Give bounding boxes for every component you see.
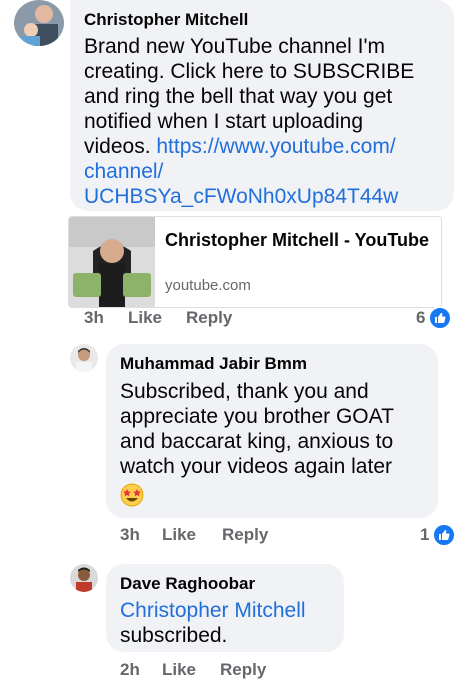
comment-link-line[interactable]: channel/ [84,159,446,184]
thumbs-up-icon [428,306,453,330]
comment-actions-3: 2h Like Reply [120,660,460,684]
link-preview-domain: youtube.com [165,277,251,294]
mention-link[interactable]: Christopher Mitchell [120,598,340,623]
comment-time[interactable]: 2h [120,660,140,680]
comment-text-line: appreciate you brother GOAT [120,405,394,428]
comment-link[interactable]: https://www.youtube.com/ [156,135,395,158]
link-preview-title: Christopher Mitchell - YouTube [165,230,430,250]
comment-actions-2: 3h Like Reply [120,525,460,549]
comment-author[interactable]: Dave Raghoobar [120,574,340,594]
comment-bubble-3: Dave Raghoobar Christopher Mitchell subs… [106,564,344,652]
comment-bubble-2: Muhammad Jabir Bmm Subscribed, thank you… [106,344,438,518]
avatar-christopher-image [14,0,64,46]
avatar-muhammad-image [70,344,98,372]
avatar-dave[interactable] [70,564,98,592]
reaction-count: 6 [416,308,426,327]
comment-text-line: notified when I start uploading [84,110,364,133]
comment-text-line: creating. Click here to SUBSCRIBE [84,60,415,83]
star-struck-emoji-icon [120,483,144,507]
comment-text-line: Brand new YouTube channel I'm [84,35,385,58]
link-preview-thumbnail [69,217,155,307]
avatar-christopher[interactable] [14,0,64,46]
like-button[interactable]: Like [162,660,196,680]
avatar-dave-image [70,564,98,592]
reply-button[interactable]: Reply [220,660,266,680]
comment-text-line: videos. [84,135,157,158]
comment-text-line: subscribed. [120,624,228,647]
comment-bubble-1: Christopher Mitchell Brand new YouTube c… [70,0,454,211]
reaction-summary-2[interactable]: 1 [420,523,457,547]
comment-link-line[interactable]: UCHBSYa_cFWoNh0xUp84T44w [84,184,446,209]
thumbs-up-icon [432,523,457,547]
reply-button[interactable]: Reply [222,525,268,545]
comment-time[interactable]: 3h [120,525,140,545]
comment-time[interactable]: 3h [84,308,104,328]
reaction-count: 1 [420,525,430,544]
comment-text-line: and ring the bell that way you get [84,85,393,108]
comment-author[interactable]: Muhammad Jabir Bmm [120,354,430,374]
like-button[interactable]: Like [162,525,196,545]
reply-button[interactable]: Reply [186,308,232,328]
link-preview-card[interactable]: Christopher Mitchell - YouTube youtube.c… [68,216,442,308]
comment-actions-1: 3h Like Reply [84,308,464,332]
avatar-muhammad[interactable] [70,344,98,372]
like-button[interactable]: Like [128,308,162,328]
comment-text-line: Subscribed, thank you and [120,380,369,403]
comment-text-line: watch your videos again later [120,455,392,478]
reaction-summary-1[interactable]: 6 [416,306,453,330]
comment-author[interactable]: Christopher Mitchell [84,10,446,30]
comment-text-line: and baccarat king, anxious to [120,430,394,453]
